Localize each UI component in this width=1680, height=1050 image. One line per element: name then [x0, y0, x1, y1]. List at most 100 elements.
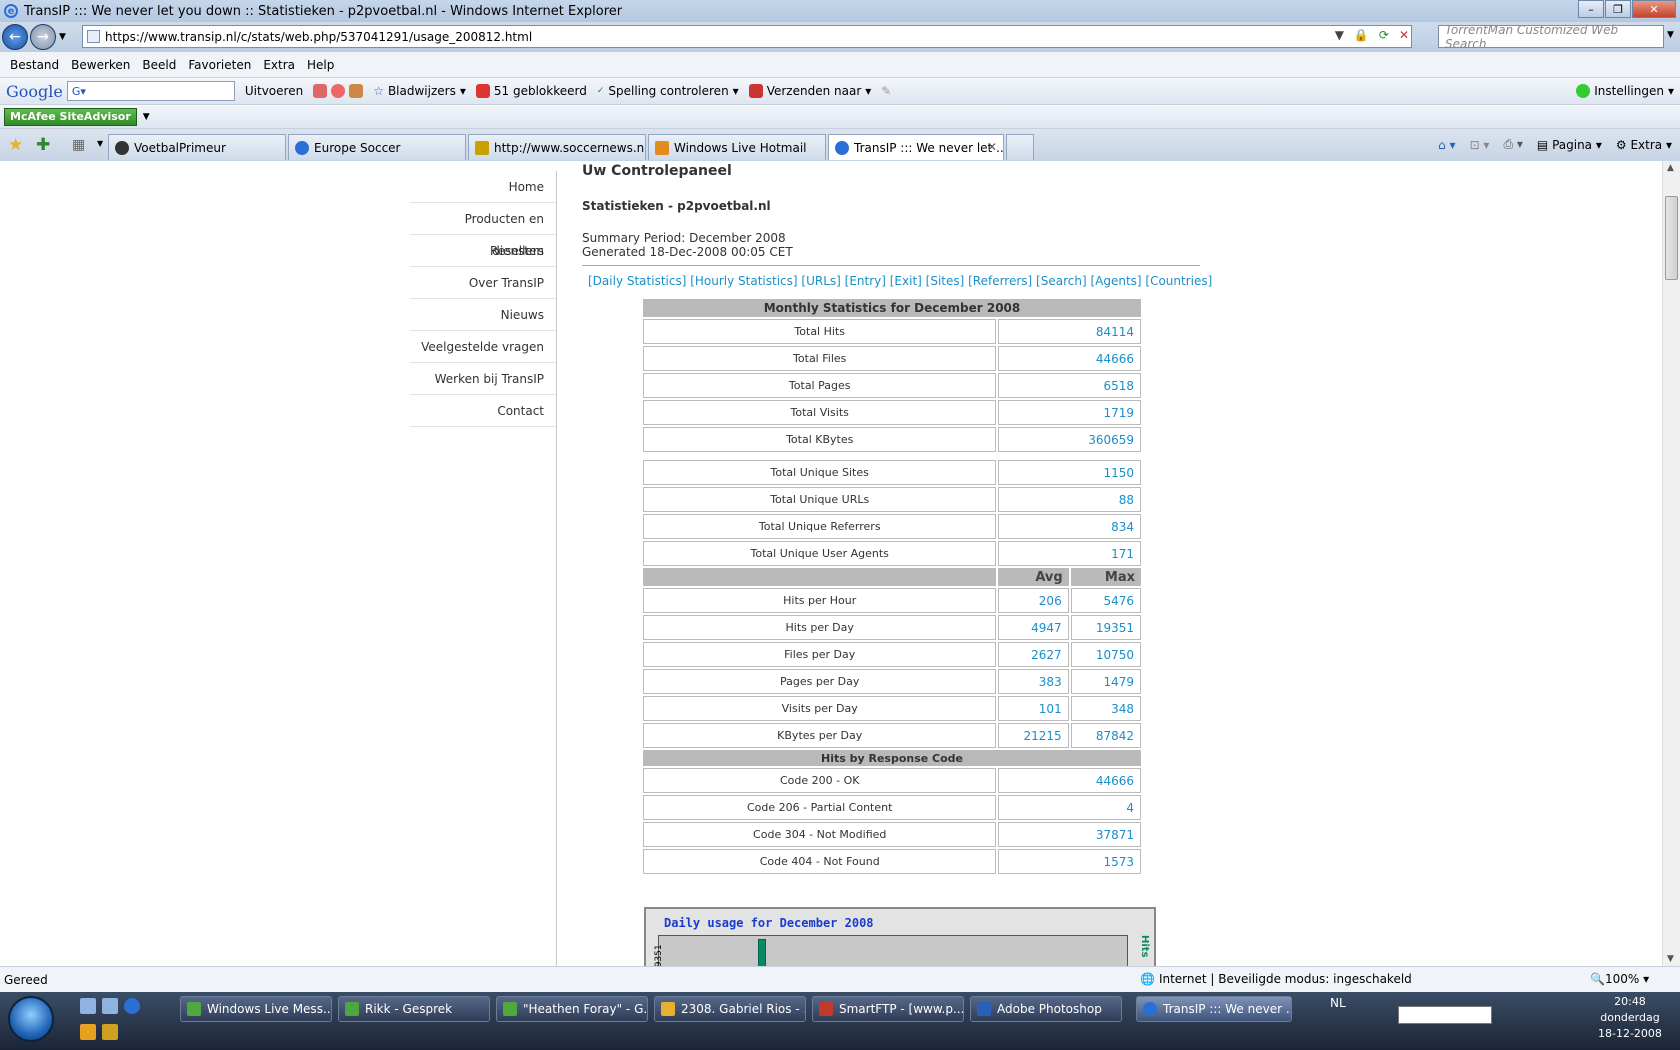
nav-resellers[interactable]: Resellers [410, 235, 556, 267]
taskbar-photoshop[interactable]: Adobe Photoshop [970, 996, 1122, 1022]
popup-blocker-button[interactable]: 51 geblokkeerd [475, 84, 587, 98]
back-button[interactable]: ← [2, 24, 28, 50]
nav-nieuws[interactable]: Nieuws [410, 299, 556, 331]
search-dropdown-icon[interactable]: ▼ [1667, 30, 1674, 40]
menu-extra[interactable]: Extra [263, 58, 295, 72]
stats-header: Monthly Statistics for December 2008 [643, 299, 1141, 317]
row-value: 171 [998, 541, 1141, 566]
tab-list-dropdown-icon[interactable]: ▼ [97, 139, 103, 148]
address-dropdown-icon[interactable]: ▼ [1335, 28, 1344, 42]
taskbar-label: "Heathen Foray" - G... [523, 1002, 648, 1016]
spellcheck-button[interactable]: ✓ Spelling controleren ▾ [597, 84, 739, 98]
tab-europe-soccer[interactable]: Europe Soccer [288, 134, 466, 160]
media-player-icon[interactable] [80, 1024, 96, 1040]
nav-contact[interactable]: Contact [410, 395, 556, 427]
nav-over-transip[interactable]: Over TransIP [410, 267, 556, 299]
zoom-control[interactable]: 🔍100% ▾ [1590, 972, 1649, 986]
zoom-label: 100% [1604, 972, 1640, 986]
stop-icon[interactable]: ✕ [1399, 28, 1409, 42]
table-row: Pages per Day 383 1479 [643, 669, 1141, 694]
favorites-star-icon[interactable]: ★ [8, 135, 23, 155]
clock[interactable]: 20:48 donderdag 18-12-2008 [1598, 994, 1662, 1042]
google-go-button[interactable]: Uitvoeren [245, 84, 303, 98]
menu-help[interactable]: Help [307, 58, 334, 72]
security-zone[interactable]: 🌐 Internet | Beveiligde modus: ingeschake… [1140, 972, 1412, 986]
settings-button[interactable]: Instellingen ▾ [1576, 84, 1674, 98]
address-url: https://www.transip.nl/c/stats/web.php/5… [105, 29, 533, 44]
scroll-thumb[interactable] [1665, 196, 1678, 280]
google-desktop-search[interactable] [1398, 1006, 1492, 1024]
sn-icon [475, 140, 489, 155]
address-bar[interactable]: https://www.transip.nl/c/stats/web.php/5… [82, 25, 1412, 48]
summary-period: Summary Period: December 2008 [582, 231, 786, 245]
scroll-down-icon[interactable]: ▼ [1667, 954, 1674, 964]
send-to-button[interactable]: Verzenden naar ▾ [748, 84, 871, 98]
globe-icon: 🌐 [1140, 972, 1155, 986]
add-favorite-icon[interactable]: ✚ [36, 135, 50, 155]
pagerank-icon[interactable] [331, 84, 346, 98]
taskbar-winamp[interactable]: 2308. Gabriel Rios - ... [654, 996, 806, 1022]
minimize-button[interactable]: – [1578, 0, 1604, 18]
page-menu-button[interactable]: ▤ Pagina ▾ [1537, 138, 1602, 152]
switch-windows-icon[interactable] [102, 998, 118, 1014]
mcafee-siteadvisor-button[interactable]: McAfee SiteAdvisor [4, 107, 137, 126]
bookmarks-button[interactable]: ☆ Bladwijzers ▾ [373, 84, 466, 98]
send-icon [748, 84, 763, 98]
print-icon[interactable]: ⎙ ▾ [1503, 137, 1522, 152]
menu-bestand[interactable]: Bestand [10, 58, 59, 72]
window-titlebar: e TransIP ::: We never let you down :: S… [0, 0, 1680, 22]
google-search-input[interactable]: G▾ [66, 81, 235, 101]
forward-button[interactable]: → [30, 24, 56, 50]
page-icon: ▤ [1536, 137, 1553, 152]
start-button[interactable] [8, 996, 54, 1042]
taskbar-heathen[interactable]: "Heathen Foray" - G... [496, 996, 648, 1022]
mcafee-dropdown-icon[interactable]: ▼ [143, 112, 150, 122]
menu-beeld[interactable]: Beeld [142, 58, 176, 72]
messenger-icon [503, 1002, 517, 1016]
search-input[interactable]: TorrentMan Customized Web Search [1438, 23, 1664, 51]
new-tab-button[interactable] [1006, 134, 1034, 160]
pencil-icon[interactable]: ✎ [881, 84, 891, 98]
feeds-icon[interactable]: ⊡ ▾ [1470, 138, 1490, 152]
messenger-icon [187, 1002, 201, 1016]
nav-producten[interactable]: Producten en diensten [410, 203, 556, 258]
row-value: 834 [998, 514, 1141, 539]
close-tab-icon[interactable]: ✕ [987, 140, 997, 154]
history-dropdown-icon[interactable]: ▼ [59, 32, 66, 42]
taskbar-transip[interactable]: TransIP ::: We never ... [1136, 996, 1292, 1022]
language-indicator[interactable]: NL [1330, 996, 1346, 1010]
tab-voetbalprimeur[interactable]: VoetbalPrimeur [108, 134, 286, 160]
ie-page-icon [295, 140, 309, 155]
row-label: Code 200 - OK [643, 768, 997, 793]
lock-icon[interactable]: 🔒 [1354, 28, 1369, 42]
popup-icon[interactable] [349, 84, 364, 98]
tab-soccernews[interactable]: http://www.soccernews.nl... [468, 134, 646, 160]
news-icon[interactable] [313, 84, 328, 98]
scroll-up-icon[interactable]: ▲ [1667, 163, 1674, 173]
nav-werken[interactable]: Werken bij TransIP [410, 363, 556, 395]
taskbar-messenger[interactable]: Windows Live Mess... [180, 996, 332, 1022]
nav-home[interactable]: Home [410, 171, 556, 203]
row-label: Hits per Day [643, 615, 997, 640]
tab-transip[interactable]: TransIP ::: We never let ... ✕ [828, 134, 1004, 160]
quick-tabs-icon[interactable]: ▦ [72, 137, 85, 153]
status-text: Gereed [4, 972, 48, 987]
close-window-button[interactable]: ✕ [1632, 0, 1676, 18]
menu-bewerken[interactable]: Bewerken [71, 58, 130, 72]
page-icon [87, 30, 100, 43]
vertical-scrollbar[interactable]: ▲ ▼ [1662, 161, 1680, 966]
ie-quicklaunch-icon[interactable] [124, 998, 140, 1014]
home-icon[interactable]: ⌂ ▾ [1438, 138, 1455, 152]
menu-favorieten[interactable]: Favorieten [188, 58, 251, 72]
refresh-icon[interactable]: ⟳ [1379, 28, 1389, 42]
taskbar-smartftp[interactable]: SmartFTP - [www.p... [812, 996, 964, 1022]
table-row: Total Unique URLs 88 [643, 487, 1141, 512]
maximize-button[interactable]: ❐ [1605, 0, 1631, 18]
nav-faq[interactable]: Veelgestelde vragen [410, 331, 556, 363]
tab-hotmail[interactable]: Windows Live Hotmail [648, 134, 826, 160]
stats-section-links[interactable]: [Daily Statistics] [Hourly Statistics] [… [582, 274, 1212, 288]
taskbar-rikk[interactable]: Rikk - Gesprek [338, 996, 490, 1022]
winamp-icon[interactable] [102, 1024, 118, 1040]
show-desktop-icon[interactable] [80, 998, 96, 1014]
tools-menu-button[interactable]: ⚙ Extra ▾ [1616, 138, 1672, 152]
